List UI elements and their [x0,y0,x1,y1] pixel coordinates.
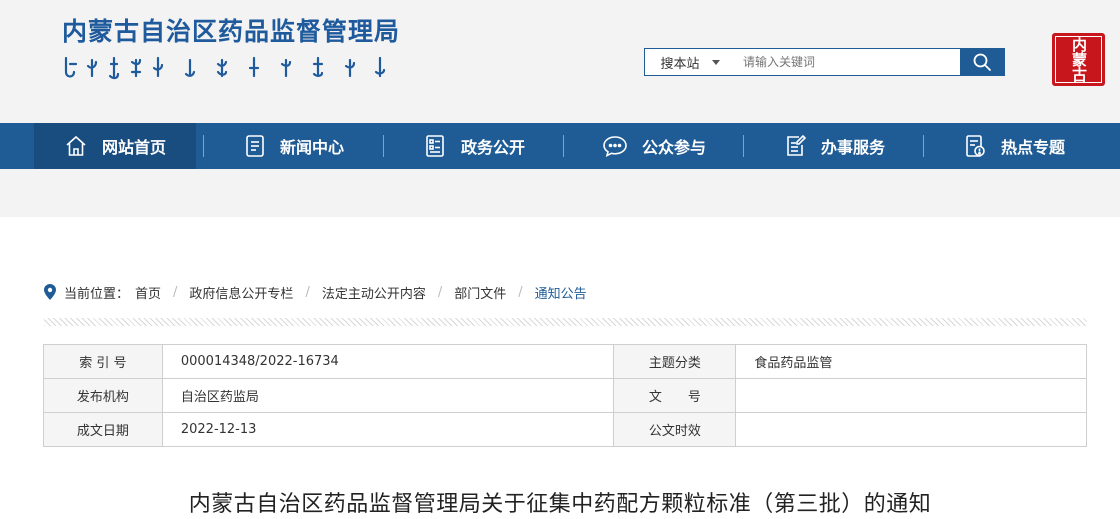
news-icon [246,135,264,157]
site-title: 内蒙古自治区药品监督管理局 [62,17,401,46]
validity-value [735,412,1087,447]
chat-icon [603,136,627,157]
publisher-label: 发布机构 [43,378,163,413]
breadcrumb-separator: / [305,284,310,300]
main-nav: 网站首页 新闻中心 政务公开 公众参与 办事服务 热点专题 [0,123,1120,169]
breadcrumb: 当前位置： 首页 / 政府信息公开专栏 / 法定主动公开内容 / 部门文件 / … [44,283,587,302]
subject-category-label: 主题分类 [613,344,737,379]
table-row: 索 引 号 000014348/2022-16734 主题分类 食品药品监管 [43,344,1087,379]
nav-item-public-participation[interactable]: 公众参与 [574,123,734,169]
nav-item-label: 网站首页 [101,138,166,157]
subject-category-value: 食品药品监管 [735,344,1087,379]
validity-label: 公文时效 [613,412,737,447]
nav-item-news[interactable]: 新闻中心 [214,123,374,169]
nav-divider [923,135,924,157]
nav-divider [383,135,384,157]
inner-mongolia-seal-logo[interactable]: 内蒙古 [1052,33,1105,86]
breadcrumb-department-docs[interactable]: 部门文件 [454,283,506,302]
search-bar: 搜本站 [644,48,1005,76]
site-logo[interactable]: 内蒙古自治区药品监督管理局 [62,12,400,88]
search-scope-dropdown[interactable]: 搜本站 [645,49,735,75]
article-title: 内蒙古自治区药品监督管理局关于征集中药配方颗粒标准（第三批）的通知 [188,492,932,517]
breadcrumb-home[interactable]: 首页 [135,283,161,302]
nav-item-label: 新闻中心 [279,138,344,157]
table-row: 发布机构 自治区药监局 文 号 [43,378,1087,413]
hatched-divider [44,318,1087,326]
breadcrumb-separator: / [173,284,178,300]
issue-date-label: 成文日期 [43,412,163,447]
nav-item-label: 热点专题 [1000,138,1065,157]
seal-text: 内蒙古 [1055,36,1102,83]
nav-item-label: 政务公开 [460,138,525,157]
caret-down-icon [711,59,720,65]
nav-divider [563,135,564,157]
breadcrumb-separator: / [518,284,523,300]
document-list-icon [426,135,444,157]
breadcrumb-prefix: 当前位置： [64,286,130,302]
breadcrumb-gov-info[interactable]: 政府信息公开专栏 [189,283,293,302]
breadcrumb-notices[interactable]: 通知公告 [535,283,587,302]
document-number-value [735,378,1087,413]
index-number-label: 索 引 号 [43,344,163,379]
nav-divider [743,135,744,157]
header-band [0,169,1120,217]
home-icon [66,135,86,156]
nav-item-hot-topics[interactable]: 热点专题 [934,123,1094,169]
breadcrumb-statutory-content[interactable]: 法定主动公开内容 [322,283,426,302]
publisher-value: 自治区药监局 [161,378,615,413]
nav-item-label: 公众参与 [641,138,706,157]
search-button[interactable] [960,49,1004,75]
search-scope-label: 搜本站 [660,56,700,72]
topic-icon [966,135,985,157]
index-number-value: 000014348/2022-16734 [161,344,615,379]
nav-item-services[interactable]: 办事服务 [754,123,914,169]
document-number-label: 文 号 [613,378,737,413]
search-icon [973,53,991,71]
issue-date-value: 2022-12-13 [161,412,615,447]
edit-form-icon [787,134,807,156]
location-pin-icon [44,284,56,300]
mongolian-script-logo [64,56,386,80]
nav-item-home[interactable]: 网站首页 [34,123,196,169]
nav-item-government-affairs[interactable]: 政务公开 [394,123,554,169]
nav-divider [203,135,204,157]
document-info-table: 索 引 号 000014348/2022-16734 主题分类 食品药品监管 发… [43,344,1087,447]
table-row: 成文日期 2022-12-13 公文时效 [43,412,1087,447]
nav-item-label: 办事服务 [820,138,885,157]
breadcrumb-separator: / [437,284,443,300]
site-header: 内蒙古自治区药品监督管理局 搜本站 请输入关键词 内蒙古 [0,0,1120,123]
search-input[interactable] [735,49,960,75]
